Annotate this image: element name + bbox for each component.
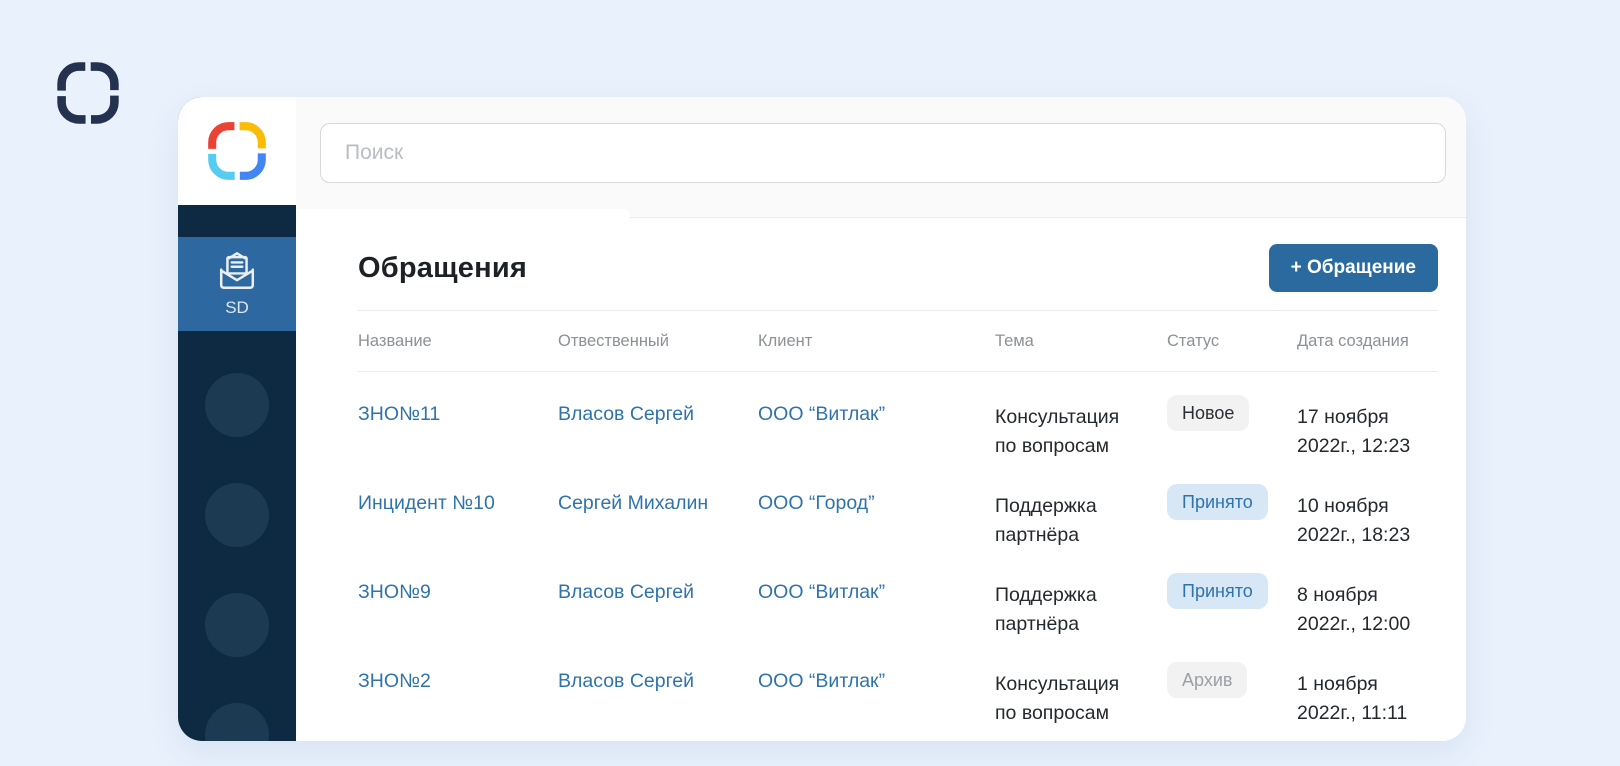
- sidebar-placeholder-item: [205, 373, 269, 437]
- page-title: Обращения: [358, 252, 527, 285]
- client-link[interactable]: ООО “Витлак”: [758, 581, 885, 603]
- client-link[interactable]: ООО “Витлак”: [758, 403, 885, 425]
- column-header-created: Дата создания: [1297, 332, 1438, 351]
- created-date: 17 ноября 2022г., 12:23: [1297, 403, 1426, 461]
- column-header-status: Статус: [1167, 332, 1297, 351]
- created-date: 1 ноября 2022г., 11:11: [1297, 670, 1426, 728]
- sidebar-placeholder-item: [205, 593, 269, 657]
- search-input[interactable]: [320, 123, 1446, 183]
- responsible-link[interactable]: Власов Сергей: [558, 581, 694, 603]
- sidebar-placeholder-item: [205, 483, 269, 547]
- theme-text: Консультация по вопросам: [995, 403, 1145, 461]
- theme-text: Поддержка партнёра: [995, 581, 1145, 639]
- table-body: ЗНО№11 Власов Сергей ООО “Витлак” Консул…: [358, 372, 1438, 728]
- column-header-name: Название: [358, 332, 558, 351]
- ticket-name-link[interactable]: Инцидент №10: [358, 492, 495, 514]
- page-header: Обращения + Обращение: [358, 218, 1438, 310]
- ticket-name-link[interactable]: ЗНО№2: [358, 670, 431, 692]
- table-row: ЗНО№11 Власов Сергей ООО “Витлак” Консул…: [358, 372, 1438, 461]
- active-tab-indicator: [296, 209, 630, 219]
- sidebar-item-sd[interactable]: SD: [178, 237, 296, 331]
- sidebar-placeholder-list: [205, 373, 269, 741]
- responsible-link[interactable]: Власов Сергей: [558, 670, 694, 692]
- app-window: SD Обращения + Обращение Название Отвест…: [178, 97, 1466, 741]
- client-link[interactable]: ООО “Витлак”: [758, 670, 885, 692]
- created-date: 10 ноября 2022г., 18:23: [1297, 492, 1426, 550]
- create-request-button[interactable]: + Обращение: [1269, 244, 1438, 292]
- app-logo[interactable]: [178, 97, 296, 205]
- main-panel: Обращения + Обращение Название Отвествен…: [296, 218, 1466, 728]
- app-logo-icon: [206, 120, 268, 182]
- responsible-link[interactable]: Власов Сергей: [558, 403, 694, 425]
- theme-text: Поддержка партнёра: [995, 492, 1145, 550]
- table-row: ЗНО№9 Власов Сергей ООО “Витлак” Поддерж…: [358, 550, 1438, 639]
- sidebar: SD: [178, 97, 296, 741]
- ticket-name-link[interactable]: ЗНО№11: [358, 403, 440, 425]
- column-header-responsible: Отвественный: [558, 332, 758, 351]
- sidebar-placeholder-item: [205, 703, 269, 741]
- column-header-theme: Тема: [995, 332, 1167, 351]
- topbar: [296, 97, 1466, 218]
- responsible-link[interactable]: Сергей Михалин: [558, 492, 708, 514]
- content-area: Обращения + Обращение Название Отвествен…: [296, 97, 1466, 741]
- brand-watermark-logo-icon: [55, 60, 121, 126]
- open-envelope-icon: [214, 250, 260, 294]
- status-badge: Принято: [1167, 484, 1268, 520]
- status-badge: Новое: [1167, 395, 1249, 431]
- theme-text: Консультация по вопросам: [995, 670, 1145, 728]
- column-header-client: Клиент: [758, 332, 995, 351]
- sidebar-item-label: SD: [225, 298, 249, 318]
- table-row: Инцидент №10 Сергей Михалин ООО “Город” …: [358, 461, 1438, 550]
- created-date: 8 ноября 2022г., 12:00: [1297, 581, 1426, 639]
- table-row: ЗНО№2 Власов Сергей ООО “Витлак” Консуль…: [358, 639, 1438, 728]
- ticket-name-link[interactable]: ЗНО№9: [358, 581, 431, 603]
- table-header: Название Отвественный Клиент Тема Статус…: [358, 310, 1438, 372]
- client-link[interactable]: ООО “Город”: [758, 492, 875, 514]
- status-badge: Архив: [1167, 662, 1247, 698]
- status-badge: Принято: [1167, 573, 1268, 609]
